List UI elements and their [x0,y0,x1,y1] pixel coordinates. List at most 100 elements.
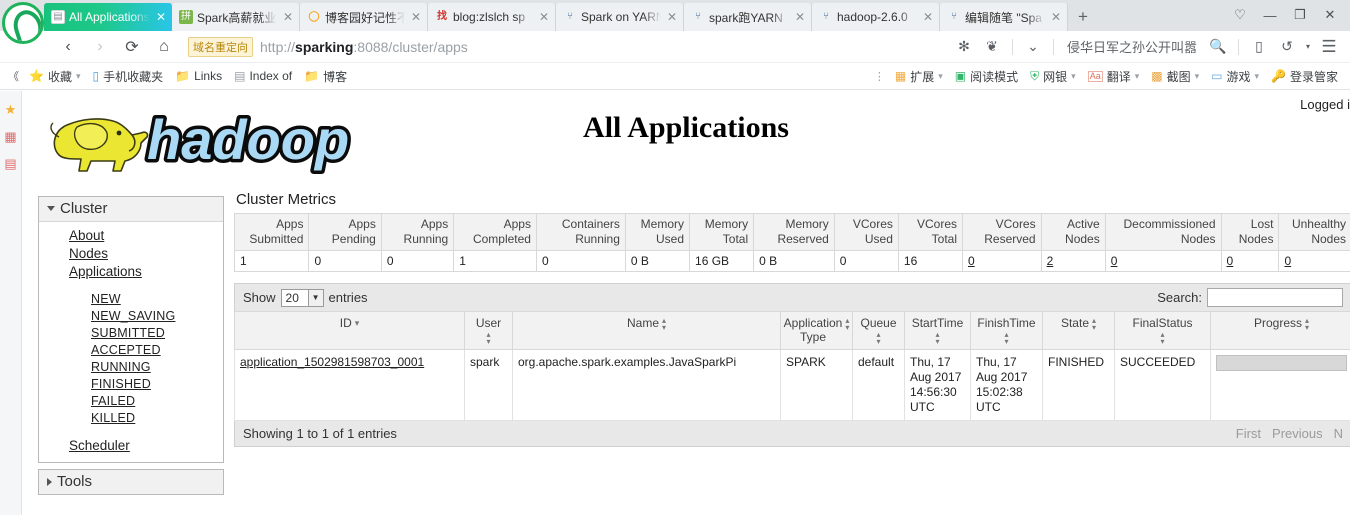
sidebar-item-running[interactable]: RUNNING [39,358,223,375]
sidebar-item-about[interactable]: About [39,226,223,244]
column-header-state[interactable]: State ▴ ▾ [1042,311,1115,350]
close-window-button[interactable]: ✕ [1316,3,1344,27]
table-row[interactable]: application_1502981598703_0001 spark org… [234,349,1350,421]
forward-button[interactable]: › [84,32,116,62]
toolbar-item-login-manager[interactable]: 🔑 登录管家 [1265,68,1344,85]
chevron-down-icon[interactable]: ▾ [1302,34,1314,60]
menu-icon[interactable]: ☰ [1316,34,1342,60]
sidebar-item-submitted[interactable]: SUBMITTED [39,324,223,341]
bookmark-item-favorites[interactable]: ⭐ 收藏 ▾ [23,68,87,85]
sidebar: Cluster About Nodes Applications NEW NEW… [38,196,224,495]
sync-icon[interactable]: ✻ [951,34,977,60]
metrics-val-lost-nodes[interactable]: 0 [1220,250,1280,272]
sidebar-item-new[interactable]: NEW [39,290,223,307]
column-header-starttime[interactable]: StartTime ▴ ▾ [904,311,971,350]
cluster-metrics-table: Apps Submitted Apps Pending Apps Running… [233,213,1350,272]
column-header-application-type[interactable]: Application Type ▴ ▾ [780,311,853,350]
sort-icon: ▴ ▾ [1092,316,1097,332]
minimize-button[interactable]: — [1256,3,1284,27]
close-icon[interactable]: ✕ [665,11,679,23]
maximize-button[interactable]: ❐ [1286,3,1314,27]
column-header-id[interactable]: ID ▾ [234,311,465,350]
tools-panel: Tools [38,469,224,495]
toolbar-item-games[interactable]: ▭ 游戏 ▾ [1205,68,1265,85]
home-button[interactable]: ⌂ [148,32,180,62]
sidebar-item-scheduler[interactable]: Scheduler [39,436,223,454]
mobile-icon[interactable]: ▯ [1246,34,1272,60]
pagination-first[interactable]: First [1236,426,1261,441]
back-button[interactable]: ‹ [52,32,84,62]
leaf-icon[interactable]: ❦ [979,34,1005,60]
browser-tab-4[interactable]: ⑂ Spark on YARN ✕ [556,3,684,31]
toolbar-item-screenshot[interactable]: ▩ 截图 ▾ [1145,68,1205,85]
column-header-finishtime[interactable]: FinishTime ▴ ▾ [970,311,1043,350]
close-icon[interactable]: ✕ [1049,11,1063,23]
column-header-finalstatus[interactable]: FinalStatus ▴ ▾ [1114,311,1211,350]
reload-button[interactable]: ⟳ [116,32,148,62]
browser-tab-6[interactable]: ⑂ hadoop-2.6.0 ✕ [812,3,940,31]
browser-tab-1[interactable]: 拼 Spark高薪就业 ✕ [172,3,300,31]
sidebar-item-killed[interactable]: KILLED [39,409,223,426]
close-icon[interactable]: ✕ [921,11,935,23]
sidebar-item-failed[interactable]: FAILED [39,392,223,409]
bookmarks-overflow-left-icon[interactable]: 《 [4,68,23,84]
browser-tab-2[interactable]: ◯ 博客园好记性不 ✕ [300,3,428,31]
column-header-queue[interactable]: Queue ▴ ▾ [852,311,905,350]
metrics-val-active-nodes[interactable]: 2 [1040,250,1106,272]
cell-id[interactable]: application_1502981598703_0001 [234,349,465,421]
toolbar-item-online-bank[interactable]: ⛨ 网银 ▾ [1024,68,1082,85]
browser-tab-5[interactable]: ⑂ spark跑YARN ✕ [684,3,812,31]
sidebar-item-new-saving[interactable]: NEW_SAVING [39,307,223,324]
sidebar-item-finished[interactable]: FINISHED [39,375,223,392]
entries-select[interactable]: 20 ▼ [280,288,324,307]
bookmark-item-phone[interactable]: ▯ 手机收藏夹 [87,68,170,85]
pin-icon[interactable]: ♡ [1226,3,1254,27]
bookmark-item-links[interactable]: 📁 Links [169,69,228,83]
pagination-previous[interactable]: Previous [1272,426,1323,441]
bookmark-item-index-of[interactable]: ▤ Index of [228,69,298,83]
metrics-col-vcores-total: VCores Total [897,213,964,251]
tools-panel-header[interactable]: Tools [38,469,224,495]
history-icon[interactable]: ↺ [1274,34,1300,60]
column-header-user[interactable]: User ▴ ▾ [464,311,513,350]
chevron-down-icon[interactable]: ⌄ [1020,34,1046,60]
browser-tab-3[interactable]: 找 blog:zlslch sp ✕ [428,3,556,31]
overflow-icon[interactable]: ⋮ [870,70,889,83]
metrics-val-apps-running: 0 [380,250,455,272]
column-header-name[interactable]: Name ▴ ▾ [512,311,781,350]
close-icon[interactable]: ✕ [537,11,551,23]
toolbar-item-reader-mode[interactable]: ▣ 阅读模式 [949,68,1024,85]
metrics-val-decommissioned-nodes[interactable]: 0 [1104,250,1222,272]
toolbar-item-extensions[interactable]: ▦ 扩展 ▾ [889,68,949,85]
cell-user: spark [464,349,513,421]
close-icon[interactable]: ✕ [154,11,168,23]
column-header-progress[interactable]: Progress ▴ ▾ [1210,311,1350,350]
sidebar-item-applications[interactable]: Applications [39,262,223,280]
cluster-heading: Cluster [60,200,108,217]
toolbar-label: 翻译 [1106,69,1131,84]
pagination-next[interactable]: N [1334,426,1343,441]
close-icon[interactable]: ✕ [793,11,807,23]
search-icon[interactable]: 🔍 [1205,34,1231,60]
sidebar-item-accepted[interactable]: ACCEPTED [39,341,223,358]
close-icon[interactable]: ✕ [281,11,295,23]
address-bar[interactable]: 域名重定向 http://sparking:8088/cluster/apps [180,34,951,60]
search-input[interactable] [1207,288,1343,307]
new-tab-button[interactable]: + [1068,3,1098,31]
close-icon[interactable]: ✕ [409,11,423,23]
metrics-col-decommissioned-nodes: Decommissioned Nodes [1104,213,1222,251]
download-icon[interactable]: ▤ [4,157,16,170]
search-suggestion-text[interactable]: 侵华日军之孙公开叫嚣 [1061,37,1203,56]
translate-icon: Aa [1087,70,1103,82]
bookmark-item-blog[interactable]: 📁 博客 [298,68,353,85]
cluster-panel-header[interactable]: Cluster [39,197,223,222]
metrics-val-unhealthy-nodes[interactable]: 0 [1278,250,1350,272]
browser-tab-0[interactable]: ▤ All Applications ✕ [44,3,172,31]
chevron-right-icon [47,477,52,486]
sidebar-item-nodes[interactable]: Nodes [39,244,223,262]
toolbar-item-translate[interactable]: Aa 翻译 ▾ [1082,68,1146,85]
media-icon[interactable]: ▦ [4,130,16,143]
star-icon[interactable]: ★ [5,103,17,116]
browser-tab-7[interactable]: ⑂ 编辑随笔 "Spa ✕ [940,3,1068,31]
metrics-val-vcores-reserved[interactable]: 0 [962,250,1042,272]
